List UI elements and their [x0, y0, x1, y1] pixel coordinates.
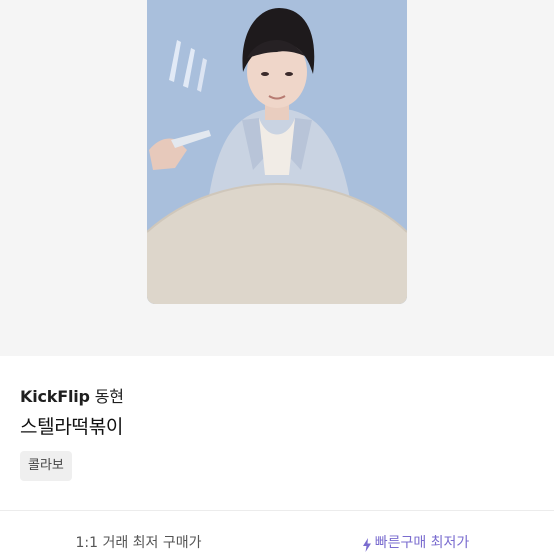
artist-name[interactable]: KickFlip [20, 387, 90, 406]
photocard-image[interactable] [147, 0, 407, 304]
lightning-bolt-icon [362, 538, 371, 552]
price-tabs: 1:1 거래 최저 구매가 빠른구매 최저가 [0, 511, 554, 554]
artist-line: KickFlip 동현 [20, 383, 124, 407]
one-to-one-price-tab[interactable]: 1:1 거래 최저 구매가 [0, 511, 277, 554]
photocard-illustration [147, 0, 407, 304]
product-info: KickFlip 동현 [20, 383, 124, 407]
product-title: 스텔라떡볶이 [20, 416, 124, 438]
quick-buy-price-tab[interactable]: 빠른구매 최저가 [277, 511, 554, 554]
member-name: 동현 [94, 387, 124, 406]
category-tag[interactable]: 콜라보 [20, 451, 72, 481]
product-image-area[interactable] [0, 0, 554, 356]
one-to-one-price-label: 1:1 거래 최저 구매가 [75, 535, 202, 551]
quick-buy-price-label: 빠른구매 최저가 [374, 535, 470, 551]
